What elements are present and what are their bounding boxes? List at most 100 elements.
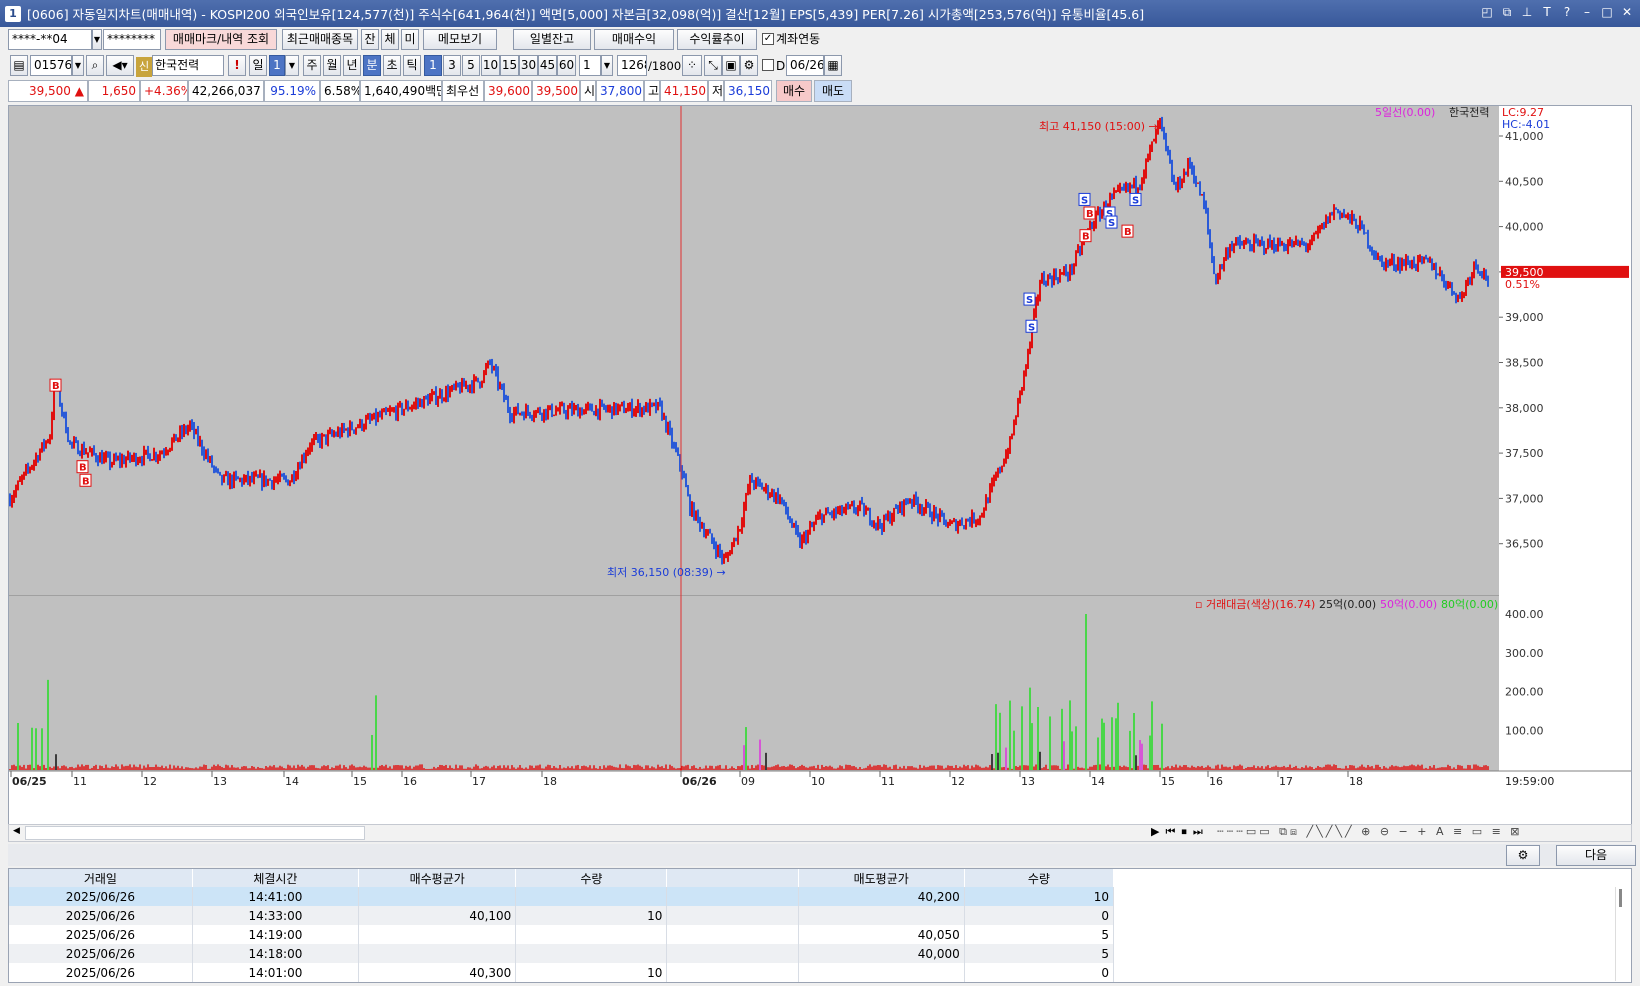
table-settings-icon[interactable]: ⚙ <box>1506 845 1540 866</box>
volume-tick-label: 200.00 <box>1505 686 1544 699</box>
table-row[interactable]: 2025/06/26 14:41:00 40,200 10 <box>9 887 1115 906</box>
time-tick-label: 15 <box>1161 775 1175 788</box>
col-sell-qty[interactable]: 수량 <box>964 869 1115 887</box>
period-month-button[interactable]: 월 <box>323 55 341 76</box>
price-tick-label: 40,500 <box>1505 175 1544 188</box>
period-second-button[interactable]: 초 <box>383 55 401 76</box>
table-row[interactable]: 2025/06/26 14:01:00 40,300 10 0 <box>9 963 1115 982</box>
playback-controls[interactable]: ▶⏮⏹⏭ <box>1151 825 1209 839</box>
restore-layout-icon[interactable]: ◰ <box>1480 5 1494 20</box>
col-trade-date[interactable]: 거래일 <box>9 869 193 887</box>
interval-30-button[interactable]: 30 <box>519 55 538 76</box>
chart-panel[interactable]: 41,00040,50040,00039,50039,00038,50038,0… <box>8 105 1632 835</box>
app-icon: 1 <box>5 5 21 22</box>
table-cell: 2025/06/26 <box>9 906 193 925</box>
period-day-button[interactable]: 일 <box>249 55 267 76</box>
code-dropdown-icon[interactable]: ▼ <box>72 55 84 76</box>
table-cell <box>666 944 799 963</box>
balance-button[interactable]: 잔 <box>361 29 379 50</box>
minimize-icon[interactable]: – <box>1580 5 1594 20</box>
toolbar-account: ****-**04 ▼ ******** 매매마크/내역 조회 최근매매종목 잔… <box>0 29 1640 54</box>
interval-45-button[interactable]: 45 <box>538 55 557 76</box>
daily-balance-button[interactable]: 일별잔고 <box>513 29 591 50</box>
pin-icon[interactable]: ⊥ <box>1520 5 1534 20</box>
sell-button[interactable]: 매도 <box>814 80 852 102</box>
chart-tools-strip[interactable]: ┄┄┄▭▭ ⧉⧈ ╱╲╱╲╱ ⊕ ⊖ − + A ≡ ▭ ≡ ⊠ <box>1217 825 1523 839</box>
interval-count-input[interactable]: 1 <box>579 55 601 76</box>
layout-icon[interactable]: ▤ <box>10 55 28 76</box>
period-minute-button[interactable]: 분 <box>363 55 381 76</box>
period-year-button[interactable]: 년 <box>343 55 361 76</box>
executed-button[interactable]: 체 <box>381 29 399 50</box>
help-icon[interactable]: ? <box>1560 5 1574 20</box>
recent-trades-button[interactable]: 최근매매종목 <box>282 29 358 50</box>
interval-10-button[interactable]: 10 <box>481 55 500 76</box>
trade-mark-button[interactable]: 매매마크/내역 조회 <box>165 29 277 50</box>
interval-dropdown-icon[interactable]: ▼ <box>601 55 613 76</box>
unfilled-button[interactable]: 미 <box>401 29 419 50</box>
buy-marker-label: B <box>52 381 60 392</box>
trade-profit-button[interactable]: 매매수익 <box>594 29 674 50</box>
cascade-icon[interactable]: ⧉ <box>1500 5 1514 20</box>
save-icon[interactable]: ▣ <box>722 55 740 76</box>
account-link-checkbox[interactable]: ✓ <box>762 33 774 45</box>
password-field[interactable]: ******** <box>103 29 161 50</box>
col-buy-qty[interactable]: 수량 <box>515 869 668 887</box>
interval-15-button[interactable]: 15 <box>500 55 519 76</box>
col-buy-avg[interactable]: 매수평균가 <box>358 869 517 887</box>
open-label: 시 <box>580 80 596 102</box>
font-icon[interactable]: T <box>1540 5 1554 20</box>
date-checkbox[interactable] <box>762 59 774 71</box>
alert-icon[interactable]: ! <box>228 55 246 76</box>
search-icon[interactable]: ⌕ <box>86 55 104 76</box>
col-exec-time[interactable]: 체결시간 <box>192 869 360 887</box>
date-input[interactable]: 06/26 <box>786 55 824 76</box>
data-count-input[interactable]: 1268 <box>617 55 647 76</box>
account-select[interactable]: ****-**04 <box>8 29 92 50</box>
interval-1-button[interactable]: 1 <box>424 55 442 76</box>
time-tick-label: 06/26 <box>682 775 717 788</box>
price-tick-label: 37,000 <box>1505 492 1544 505</box>
price-tick-label: 41,000 <box>1505 130 1544 143</box>
period-dropdown-icon[interactable]: ▼ <box>285 55 299 76</box>
open-price: 37,800 <box>596 80 644 102</box>
return-trend-button[interactable]: 수익률추이 <box>677 29 757 50</box>
period-tick-button[interactable]: 틱 <box>403 55 421 76</box>
price-chart[interactable]: 41,00040,50040,00039,50039,00038,50038,0… <box>9 105 1631 834</box>
chart-scrollbar[interactable]: ◀ ▶⏮⏹⏭ ┄┄┄▭▭ ⧉⧈ ╱╲╱╲╱ ⊕ ⊖ − + A ≡ ▭ ≡ ⊠ <box>8 824 1632 842</box>
time-tick-label: 13 <box>1021 775 1035 788</box>
calendar-icon[interactable]: ▦ <box>824 55 842 76</box>
indicator-icon[interactable]: ⁘ <box>682 55 702 76</box>
period-week-button[interactable]: 주 <box>303 55 321 76</box>
stock-code-input[interactable]: 015760 <box>30 55 72 76</box>
stock-name-field[interactable]: 한국전력 <box>152 55 224 76</box>
maximize-icon[interactable]: □ <box>1600 5 1614 20</box>
period-count-select[interactable]: 1 <box>269 55 285 76</box>
table-row[interactable]: 2025/06/26 14:19:00 40,050 5 <box>9 925 1115 944</box>
volume-tick-label: 400.00 <box>1505 608 1544 621</box>
settings-icon[interactable]: ⚙ <box>740 55 758 76</box>
low-price: 36,150 <box>724 80 772 102</box>
table-cell <box>798 963 965 982</box>
table-cell: 2025/06/26 <box>9 887 193 906</box>
interval-60-button[interactable]: 60 <box>557 55 576 76</box>
scroll-left-icon[interactable]: ◀ <box>13 826 20 836</box>
interval-3-button[interactable]: 3 <box>443 55 461 76</box>
memo-button[interactable]: 메모보기 <box>423 29 497 50</box>
speaker-icon[interactable]: ◀▾ <box>106 55 134 76</box>
col-sell-avg[interactable]: 매도평균가 <box>798 869 965 887</box>
scroll-thumb[interactable] <box>25 826 365 840</box>
time-tick-label: 06/25 <box>12 775 47 788</box>
draw-tool-icon[interactable]: ⤡ <box>704 55 722 76</box>
buy-button[interactable]: 매수 <box>776 80 812 102</box>
account-dropdown-icon[interactable]: ▼ <box>92 29 102 50</box>
interval-5-button[interactable]: 5 <box>462 55 480 76</box>
table-cell: 10 <box>964 887 1115 906</box>
volume-ratio: 95.19% <box>264 80 320 102</box>
table-row[interactable]: 2025/06/26 14:33:00 40,100 10 0 <box>9 906 1115 925</box>
table-scrollbar[interactable] <box>1615 887 1625 981</box>
next-button[interactable]: 다음 <box>1556 845 1636 866</box>
close-icon[interactable]: ✕ <box>1620 5 1634 20</box>
buy-marker-label: B <box>1124 227 1132 238</box>
table-row[interactable]: 2025/06/26 14:18:00 40,000 5 <box>9 944 1115 963</box>
